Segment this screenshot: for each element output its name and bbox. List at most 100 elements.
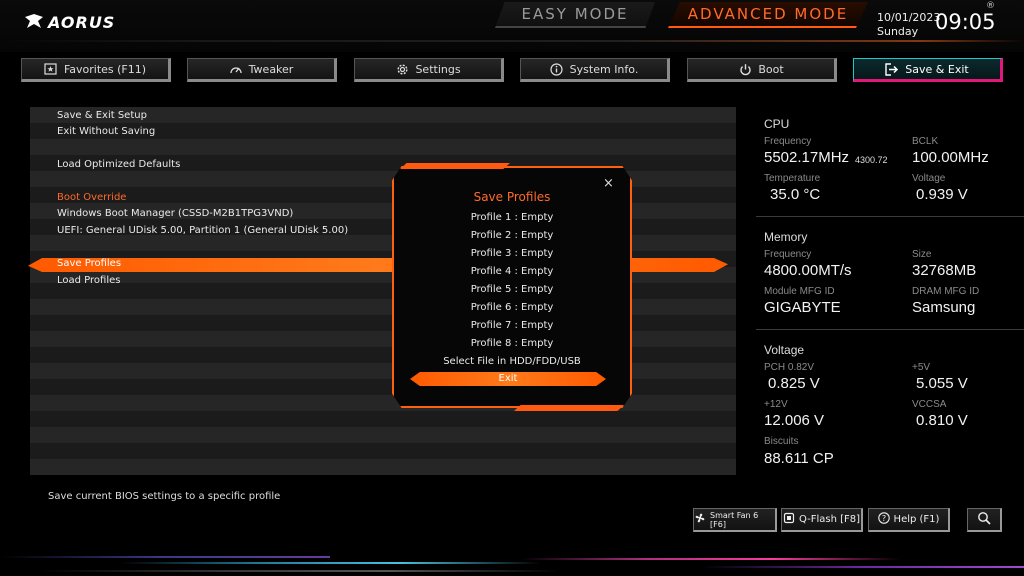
info-icon: [550, 62, 564, 76]
speedometer-icon: [229, 62, 243, 76]
qflash-button[interactable]: Q-Flash [F8]: [781, 508, 863, 532]
bclk-label: BCLK: [912, 136, 939, 147]
biscuits-value: 88.611 CP: [764, 450, 834, 467]
module-mfg-label: Module MFG ID: [764, 286, 835, 297]
cpu-voltage-value: 0.939 V: [916, 186, 968, 203]
cpu-frequency-label: Frequency: [764, 136, 812, 147]
profile-3-option[interactable]: Profile 3 : Empty: [392, 245, 632, 263]
save-profiles-dialog: Save Profiles × Profile 1 : Empty Profil…: [392, 163, 632, 411]
p12v-label: +12V: [764, 399, 788, 410]
help-icon: ?: [877, 512, 890, 527]
dialog-accent: [400, 163, 510, 169]
profile-1-option[interactable]: Profile 1 : Empty: [392, 209, 632, 227]
voltage-heading: Voltage: [764, 343, 805, 357]
exit-without-saving-item[interactable]: Exit Without Saving: [57, 124, 155, 140]
profile-2-option[interactable]: Profile 2 : Empty: [392, 227, 632, 245]
dram-mfg-label: DRAM MFG ID: [912, 286, 980, 297]
favorites-icon: [44, 62, 58, 76]
time-display: 09:05: [935, 10, 996, 34]
tab-save-exit[interactable]: Save & Exit: [853, 58, 1003, 82]
advanced-mode-button[interactable]: ADVANCED MODE: [668, 2, 868, 28]
tab-settings-label: Settings: [415, 62, 461, 76]
gear-icon: [395, 62, 409, 76]
pch-voltage-value: 0.825 V: [768, 375, 820, 392]
tab-settings[interactable]: Settings: [354, 58, 504, 82]
vccsa-label: VCCSA: [912, 399, 947, 410]
save-profiles-item[interactable]: Save Profiles: [57, 256, 121, 272]
vccsa-value: 0.810 V: [916, 412, 968, 429]
list-row: [30, 443, 736, 459]
bottom-decoration: [0, 548, 1024, 576]
dialog-title: Save Profiles: [473, 190, 551, 204]
save-exit-setup-item[interactable]: Save & Exit Setup: [57, 108, 147, 124]
panel-divider: [756, 216, 1024, 217]
cpu-frequency-sub: 4300.72: [855, 155, 888, 165]
biscuits-label: Biscuits: [764, 436, 799, 447]
tab-tweaker-label: Tweaker: [248, 62, 294, 76]
boot-override-header: Boot Override: [57, 192, 127, 203]
cpu-temperature-label: Temperature: [764, 173, 821, 184]
dialog-exit-button[interactable]: Exit: [410, 372, 606, 386]
profile-4-option[interactable]: Profile 4 : Empty: [392, 263, 632, 281]
cpu-voltage-label: Voltage: [912, 173, 946, 184]
bclk-value: 100.00MHz: [912, 149, 989, 166]
select-file-option[interactable]: Select File in HDD/FDD/USB: [392, 353, 632, 371]
dram-mfg-value: Samsung: [912, 299, 976, 316]
tab-boot-label: Boot: [758, 62, 784, 76]
fan-icon: [694, 512, 706, 527]
load-profiles-item[interactable]: Load Profiles: [57, 273, 120, 289]
chip-icon: [783, 512, 795, 527]
top-bar-divider: [0, 40, 1024, 42]
windows-boot-manager-item[interactable]: Windows Boot Manager (CSSD-M2B1TPG3VND): [57, 206, 293, 222]
tab-system-info-label: System Info.: [569, 62, 639, 76]
registered-mark: ®: [986, 1, 995, 11]
search-button[interactable]: [967, 508, 1002, 532]
p5v-label: +5V: [912, 362, 931, 373]
search-icon: [977, 511, 991, 528]
panel-divider: [756, 329, 1024, 330]
date-display: 10/01/2023: [877, 11, 941, 24]
smart-fan-label: Smart Fan 6 [F6]: [710, 510, 759, 529]
exit-icon: [885, 62, 899, 76]
memory-frequency-value: 4800.00MT/s: [764, 262, 852, 279]
help-status-text: Save current BIOS settings to a specific…: [48, 491, 281, 502]
profile-5-option[interactable]: Profile 5 : Empty: [392, 281, 632, 299]
power-icon: [738, 62, 752, 76]
memory-frequency-label: Frequency: [764, 249, 812, 260]
memory-heading: Memory: [764, 230, 808, 244]
tab-boot[interactable]: Boot: [687, 58, 837, 82]
tab-tweaker[interactable]: Tweaker: [187, 58, 337, 82]
tab-favorites-label: Favorites (F11): [63, 62, 147, 76]
eagle-logo-icon: [25, 14, 43, 28]
p5v-value: 5.055 V: [916, 375, 968, 392]
smart-fan-button[interactable]: Smart Fan 6 [F6]: [693, 508, 777, 532]
load-optimized-defaults-item[interactable]: Load Optimized Defaults: [57, 157, 180, 173]
tab-save-exit-label: Save & Exit: [905, 62, 969, 76]
help-button[interactable]: ? Help (F1): [868, 508, 950, 532]
day-display: Sunday: [877, 25, 919, 38]
close-icon[interactable]: ×: [603, 176, 614, 191]
aorus-logo: AORUS: [24, 10, 116, 34]
list-row: [30, 411, 736, 427]
module-mfg-value: GIGABYTE: [764, 299, 841, 316]
profile-list: Profile 1 : Empty Profile 2 : Empty Prof…: [392, 209, 632, 371]
cpu-frequency-value: 5502.17MHz: [764, 149, 850, 166]
tab-favorites[interactable]: Favorites (F11): [21, 58, 171, 82]
list-row: [30, 459, 736, 475]
profile-8-option[interactable]: Profile 8 : Empty: [392, 335, 632, 353]
p12v-value: 12.006 V: [764, 412, 825, 429]
profile-7-option[interactable]: Profile 7 : Empty: [392, 317, 632, 335]
logo-text: AORUS: [48, 12, 116, 32]
tab-system-info[interactable]: System Info.: [520, 58, 670, 82]
dialog-accent: [514, 405, 624, 411]
easy-mode-button[interactable]: EASY MODE: [495, 2, 655, 28]
list-row: [30, 139, 736, 155]
list-row: [30, 427, 736, 443]
cpu-heading: CPU: [764, 117, 790, 131]
help-label: Help (F1): [893, 514, 940, 525]
profile-6-option[interactable]: Profile 6 : Empty: [392, 299, 632, 317]
pch-voltage-label: PCH 0.82V: [764, 362, 815, 373]
top-bar: AORUS EASY MODE ADVANCED MODE 10/01/2023…: [0, 0, 1024, 52]
uefi-udisk-item[interactable]: UEFI: General UDisk 5.00, Partition 1 (G…: [57, 223, 348, 239]
memory-size-label: Size: [912, 249, 932, 260]
